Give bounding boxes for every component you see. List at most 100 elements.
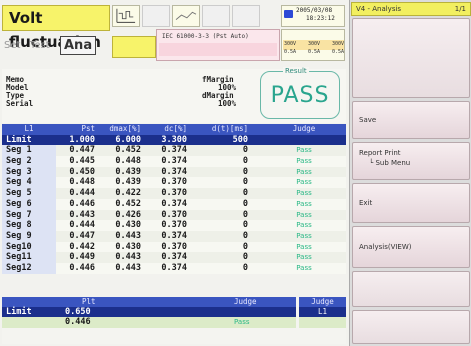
report-print-button[interactable]: Report Print └ Sub Menu — [352, 142, 470, 180]
limit-judge — [262, 135, 346, 146]
current-range-row: 0.5A 0.5A 0.5A — [284, 49, 344, 55]
table-row[interactable]: Seg 5 0.444 0.422 0.370 0 Pass — [2, 188, 346, 199]
header-bar: Volt fluctuation 2005/03/08 18:23:12 Set… — [2, 2, 346, 68]
seg-dt: 0 — [242, 262, 248, 273]
waveform-thumb-1[interactable] — [112, 5, 140, 27]
softkey-blank-5[interactable] — [352, 271, 470, 307]
table-row[interactable]: Seg 8 0.444 0.430 0.370 0 Pass — [2, 220, 346, 231]
seg-judge: Pass — [296, 221, 312, 230]
seg-dmax: 0.430 — [115, 220, 141, 231]
seg-pst: 0.449 — [69, 252, 95, 263]
panel-title-bar: V4 - Analysis 1/1 — [351, 2, 471, 16]
judge-col-phase: L1 — [299, 307, 346, 317]
waveform-thumb-2[interactable] — [142, 5, 170, 27]
seg-label: Seg 6 — [2, 198, 56, 210]
seg-dc: 0.370 — [161, 177, 187, 188]
seg-pst: 0.444 — [69, 188, 95, 199]
limit-dt: 500 — [232, 134, 248, 145]
table-row[interactable]: Seg 3 0.450 0.439 0.374 0 Pass — [2, 166, 346, 178]
seg-dc: 0.374 — [161, 252, 187, 263]
exit-button[interactable]: Exit — [352, 183, 470, 223]
seg-dt: 0 — [242, 198, 248, 209]
seg-label: Seg 3 — [2, 166, 56, 178]
standard-box: IEC 61000-3-3 (Pst Auto) — [156, 29, 280, 61]
seg-pst: 0.444 — [69, 220, 95, 231]
seg-dc: 0.374 — [161, 166, 187, 177]
seg-dmax: 0.452 — [115, 145, 141, 156]
seg-dmax: 0.443 — [115, 252, 141, 263]
seg-dt: 0 — [242, 252, 248, 263]
table-row[interactable]: Seg 1 0.447 0.452 0.374 0 Pass — [2, 145, 346, 157]
seg-dc: 0.374 — [161, 198, 187, 209]
plt-value: 0.446 — [65, 317, 91, 327]
seg-label: Seg10 — [2, 241, 56, 253]
storage-icon — [284, 10, 293, 18]
plt-value-row: 0.446 Pass — [2, 317, 296, 328]
table-row[interactable]: Seg 9 0.447 0.443 0.374 0 Pass — [2, 230, 346, 242]
table-header: L1 Pst dmax[%] dc[%] d(t)[ms] Judge — [2, 124, 346, 135]
limit-row: Limit 1.000 6.000 3.300 500 — [2, 134, 346, 146]
mode-indicator — [112, 36, 156, 58]
plt-judge-header: Judge — [234, 297, 257, 306]
seg-dt: 0 — [242, 166, 248, 177]
range-box: 300V 300V 300V 0.5A 0.5A 0.5A — [281, 29, 345, 61]
seg-dt: 0 — [242, 241, 248, 252]
table-row[interactable]: Seg 6 0.446 0.452 0.374 0 Pass — [2, 198, 346, 210]
waveform-thumb-5[interactable] — [232, 5, 260, 27]
waveform-icon — [116, 8, 136, 23]
col-header-judge: Judge — [292, 124, 316, 133]
report-print-label: Report Print — [359, 149, 401, 157]
seg-dt: 0 — [242, 177, 248, 188]
seg-dc: 0.374 — [161, 262, 187, 273]
table-row[interactable]: Seg12 0.446 0.443 0.374 0 Pass — [2, 262, 346, 274]
save-button[interactable]: Save — [352, 101, 470, 139]
results-table: L1 Pst dmax[%] dc[%] d(t)[ms] Judge Limi… — [2, 124, 346, 274]
seg-dmax: 0.452 — [115, 198, 141, 209]
analysis-view-button[interactable]: Analysis(VIEW) — [352, 226, 470, 268]
waveform-thumb-4[interactable] — [202, 5, 230, 27]
mode-ana[interactable]: Ana — [60, 36, 97, 55]
seg-dmax: 0.422 — [115, 188, 141, 199]
seg-dmax: 0.430 — [115, 241, 141, 252]
mode-set[interactable]: Set — [4, 40, 20, 51]
standard-text: IEC 61000-3-3 (Pst Auto) — [162, 33, 249, 40]
table-row[interactable]: Seg 2 0.445 0.448 0.374 0 Pass — [2, 156, 346, 167]
seg-label: Seg 1 — [2, 145, 56, 157]
seg-pst: 0.450 — [69, 166, 95, 177]
seg-dc: 0.370 — [161, 220, 187, 231]
panel-title: V4 - Analysis — [356, 5, 402, 13]
waveform-thumb-3[interactable] — [172, 5, 200, 27]
seg-judge: Pass — [296, 199, 312, 208]
col-header-dt: d(t)[ms] — [211, 124, 248, 133]
softkey-blank-top[interactable] — [352, 18, 470, 98]
seg-label: Seg 5 — [2, 188, 56, 199]
right-panel: V4 - Analysis 1/1 Save Report Print └ Su… — [349, 0, 471, 346]
datetime-display: 2005/03/08 18:23:12 — [281, 5, 345, 27]
segment-rows: Seg 1 0.447 0.452 0.374 0 Pass Seg 2 0.445 0.448… — [2, 145, 346, 274]
seg-judge: Pass — [296, 263, 312, 272]
seg-pst: 0.443 — [69, 209, 95, 220]
table-row[interactable]: Seg10 0.442 0.430 0.370 0 Pass — [2, 241, 346, 253]
sub-menu-label: └ Sub Menu — [369, 159, 463, 167]
table-row[interactable]: Seg 7 0.443 0.426 0.370 0 Pass — [2, 209, 346, 221]
plt-limit-row: Limit 0.650 — [2, 307, 296, 317]
table-row[interactable]: Seg 4 0.448 0.439 0.370 0 Pass — [2, 177, 346, 189]
seg-dc: 0.374 — [161, 156, 187, 167]
limit-dmax: 6.000 — [115, 134, 141, 145]
seg-dt: 0 — [242, 209, 248, 220]
seg-label: Seg12 — [2, 262, 56, 274]
seg-dt: 0 — [242, 188, 248, 199]
softkey-blank-6[interactable] — [352, 310, 470, 344]
table-row[interactable]: Seg11 0.449 0.443 0.374 0 Pass — [2, 252, 346, 263]
seg-pst: 0.445 — [69, 156, 95, 167]
save-button-label: Save — [359, 116, 377, 124]
col-header-dmax: dmax[%] — [109, 124, 141, 133]
plt-header: Plt Judge — [2, 297, 296, 307]
plt-limit-label: Limit — [6, 307, 32, 317]
standard-band — [159, 43, 277, 56]
voltage-range-1: 300V — [284, 41, 297, 47]
limit-pst: 1.000 — [69, 134, 95, 145]
mode-test[interactable]: Test — [30, 40, 50, 51]
seg-label: Seg 4 — [2, 177, 56, 189]
plt-header-label: Plt — [82, 297, 96, 306]
